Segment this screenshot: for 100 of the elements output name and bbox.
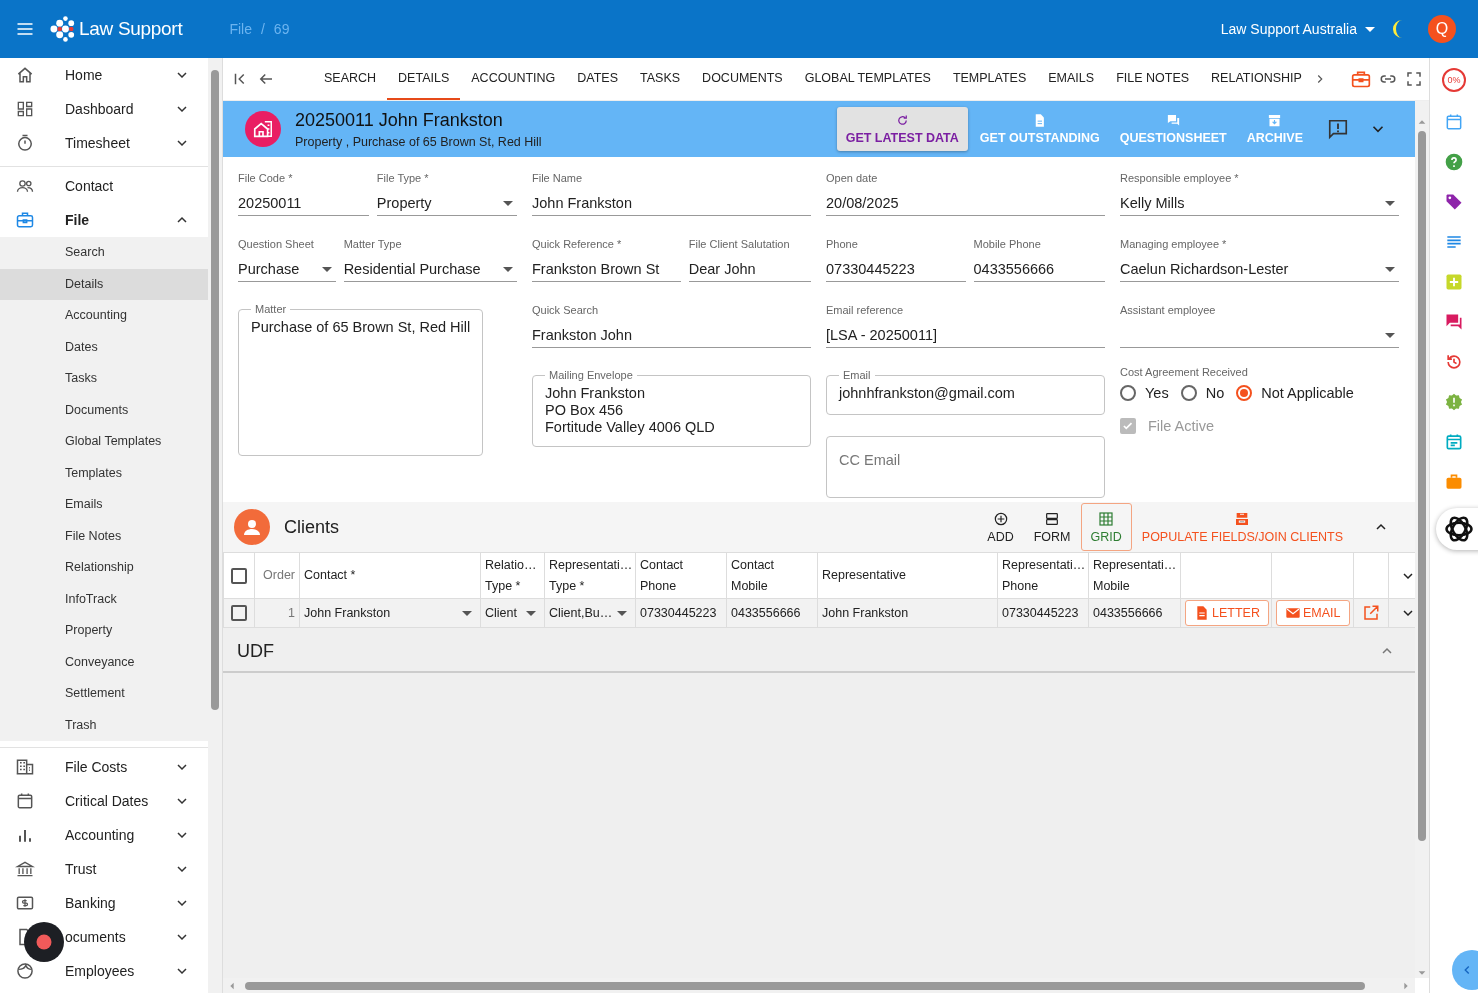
sidebar-item[interactable]: Property [0, 615, 208, 647]
sidebar-item[interactable]: File [0, 203, 208, 237]
sidebar-item[interactable]: File Notes [0, 520, 208, 552]
sidebar-item[interactable]: Documents [0, 394, 208, 426]
tab[interactable]: ACCOUNTING [460, 58, 567, 100]
progress-indicator[interactable]: 0% [1442, 68, 1466, 92]
input-field[interactable]: Email johnhfrankston@gmail.com [826, 369, 1105, 415]
input-field[interactable]: CC Email [826, 436, 1105, 498]
dropdown[interactable]: Purchase [238, 257, 336, 282]
input-field[interactable]: Frankston John [532, 323, 811, 348]
toolbar-button[interactable]: GET LATEST DATA [836, 107, 968, 151]
radio-option[interactable]: Yes [1120, 385, 1169, 401]
field-label: Email [842, 369, 872, 381]
sidebar-label: Timesheet [65, 135, 131, 151]
radio-option[interactable]: Not Applicable [1236, 385, 1354, 401]
sidebar-item[interactable]: Relationship [0, 552, 208, 584]
sidebar-item[interactable]: Banking [0, 886, 208, 920]
sidebar-item[interactable]: Global Templates [0, 426, 208, 458]
field-label: Open date [826, 171, 879, 185]
table-cell: 07330445223 [640, 606, 717, 620]
input-field[interactable]: Matter Purchase of 65 Brown St, Red Hill [238, 303, 484, 456]
field-label: Responsible employee * [1120, 171, 1240, 185]
column-header: Relatio… Type * [480, 552, 545, 599]
sidebar-label: Employees [65, 963, 136, 979]
field-label: Phone [826, 237, 859, 251]
tab[interactable]: SEARCH [313, 58, 388, 100]
sidebar-label: Dashboard [65, 101, 135, 117]
sidebar-item[interactable]: Home [0, 58, 208, 92]
field-label: File Name [532, 171, 584, 185]
column-header: Contact Phone [635, 552, 727, 599]
sidebar-item[interactable]: Accounting [0, 300, 208, 332]
sidebar-item[interactable]: InfoTrack [0, 583, 208, 615]
table-cell: 0433556666 [1093, 606, 1163, 620]
tab[interactable]: FILE NOTES [1105, 58, 1201, 100]
field-label: Mobile Phone [973, 237, 1042, 251]
section-title: UDF [237, 640, 274, 662]
radio-option[interactable]: No [1180, 385, 1225, 401]
sidebar-label: Critical Dates [65, 793, 150, 809]
sidebar-item[interactable]: Settlement [0, 678, 208, 710]
sidebar-item[interactable]: Accounting [0, 818, 208, 852]
sidebar-item[interactable]: Trash [0, 709, 208, 741]
field-label: Email reference [826, 303, 905, 317]
dropdown[interactable]: Caelun Richardson-Lester [1120, 257, 1399, 282]
organization-dropdown[interactable]: Law Support Australia [1220, 21, 1375, 37]
tab[interactable]: TASKS [629, 58, 692, 100]
sidebar-item[interactable]: Tasks [0, 363, 208, 395]
input-field[interactable]: 0433556666 [973, 257, 1105, 282]
sidebar-label: ocuments [65, 929, 127, 945]
sidebar-label: Trust [65, 861, 98, 877]
dropdown[interactable]: Residential Purchase [343, 257, 517, 282]
field-label: File Type * [376, 171, 430, 185]
tab[interactable]: DOCUMENTS [691, 58, 794, 100]
table-cell: John Frankston [822, 606, 909, 620]
sidebar-item[interactable]: Details [0, 268, 208, 300]
tab[interactable]: TEMPLATES [941, 58, 1038, 100]
field-label: Managing employee * [1120, 237, 1228, 251]
field-label: File Code * [238, 171, 294, 185]
field-label: Assistant employee [1120, 303, 1217, 317]
sidebar-item[interactable]: Employees [0, 954, 208, 988]
input-field[interactable]: 20250011 [238, 191, 369, 216]
dropdown[interactable]: Property [376, 191, 517, 216]
input-field[interactable]: [LSA - 20250011] [826, 323, 1105, 348]
toolbar-button[interactable]: ADD [977, 503, 1024, 551]
tab[interactable]: DATES [566, 58, 630, 100]
toolbar-button[interactable]: FORM [1023, 503, 1081, 551]
sidebar-item[interactable]: Timesheet [0, 126, 208, 160]
tab[interactable]: EMAILS [1037, 58, 1106, 100]
input-field[interactable]: 07330445223 [826, 257, 966, 282]
field-label: File Client Salutation [688, 237, 791, 251]
column-header: Representative [817, 552, 998, 599]
column-header: Representati… Type * [544, 552, 636, 599]
sidebar-item[interactable]: Templates [0, 457, 208, 489]
sidebar-item[interactable]: Trust [0, 852, 208, 886]
input-field[interactable]: 20/08/2025 [826, 191, 1105, 216]
tab[interactable]: RELATIONSHIP [1200, 58, 1313, 100]
column-header: Representati… Phone [997, 552, 1089, 599]
column-header: Order [254, 552, 300, 599]
brand-name: Law Support [79, 18, 183, 40]
sidebar-item[interactable]: Critical Dates [0, 784, 208, 818]
row-action-button[interactable]: EMAIL [1276, 600, 1350, 626]
sidebar-item[interactable]: Conveyance [0, 646, 208, 678]
sidebar-label: Banking [65, 895, 117, 911]
input-field[interactable]: John Frankston [532, 191, 811, 216]
column-header: Contact Mobile [726, 552, 818, 599]
sidebar-label: Accounting [65, 827, 136, 843]
sidebar-item[interactable]: Dates [0, 331, 208, 363]
input-field[interactable]: Mailing Envelope John Frankston PO Box 456 Fortitude Valley 4006 QLD [532, 369, 811, 447]
field-label: Quick Search [532, 303, 600, 317]
field-label: Matter [254, 303, 288, 315]
sidebar-item[interactable]: Dashboard [0, 92, 208, 126]
tab[interactable]: GLOBAL TEMPLATES [793, 58, 942, 100]
column-header: Representati… Mobile [1088, 552, 1181, 599]
toolbar-button[interactable]: GRID [1080, 503, 1132, 551]
sidebar-item[interactable]: Search [0, 237, 208, 269]
input-field[interactable]: Frankston Brown St [532, 257, 681, 282]
field-label: Cost Agreement Received [1120, 365, 1249, 379]
sidebar-label: File Costs [65, 759, 129, 775]
input-field[interactable]: Dear John [688, 257, 811, 282]
sidebar-item[interactable]: Emails [0, 489, 208, 521]
dropdown[interactable]: Kelly Mills [1120, 191, 1399, 216]
